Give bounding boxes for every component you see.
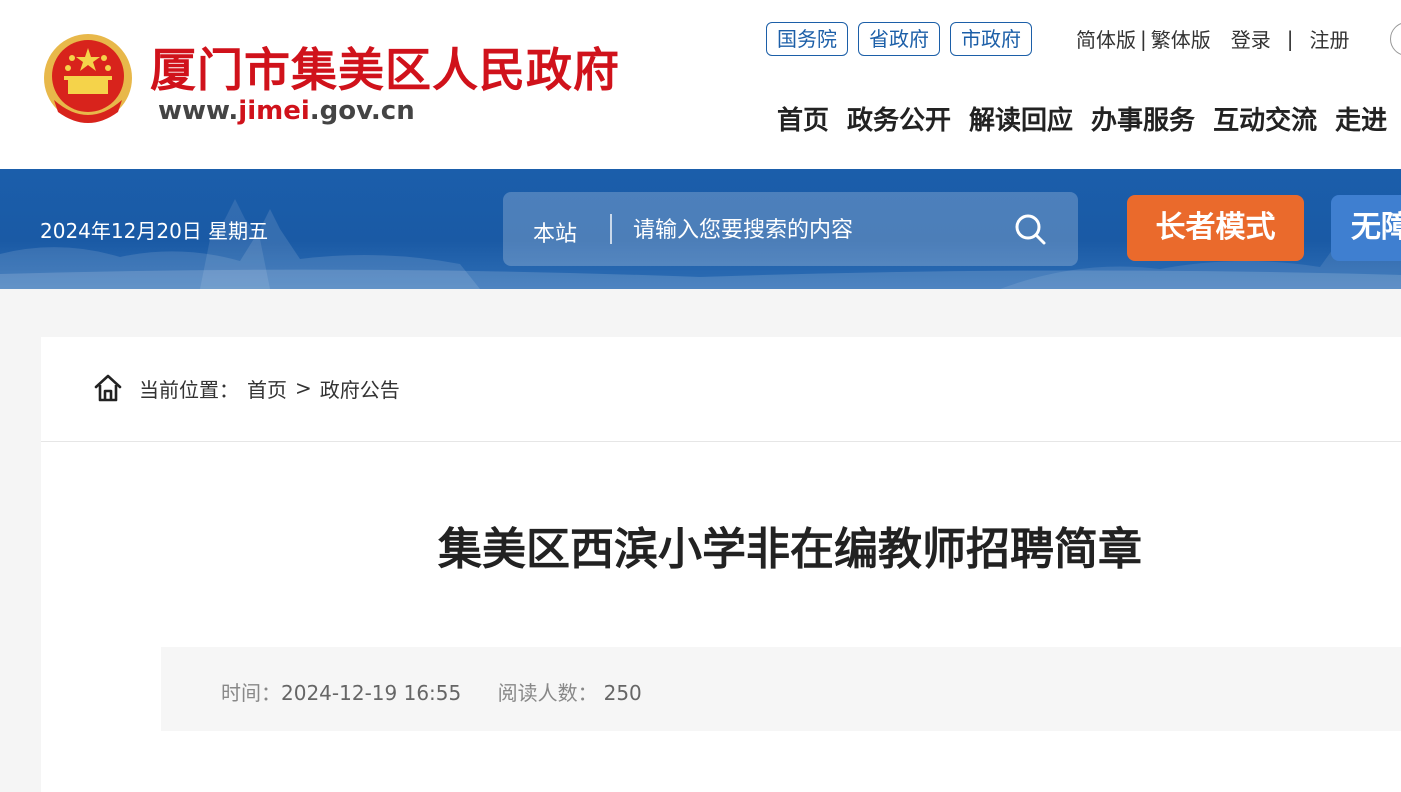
- nav-interpretation[interactable]: 解读回应: [969, 100, 1073, 137]
- search-input[interactable]: [633, 210, 1003, 250]
- login-link[interactable]: 登录: [1231, 24, 1271, 53]
- search-box: 本站: [503, 192, 1078, 266]
- search-divider: [610, 214, 612, 244]
- gov-links: 国务院 省政府 市政府: [766, 22, 1032, 56]
- user-center-button[interactable]: [1390, 22, 1401, 56]
- breadcrumb-home[interactable]: 首页: [247, 374, 287, 403]
- site-url-highlight: jimei: [238, 96, 310, 126]
- nav-interaction[interactable]: 互动交流: [1213, 100, 1317, 137]
- time-label: 时间：: [221, 681, 281, 705]
- site-url-prefix: www.: [158, 96, 239, 126]
- breadcrumb-current[interactable]: 政府公告: [320, 374, 400, 403]
- nav-services[interactable]: 办事服务: [1091, 100, 1195, 137]
- link-province-gov[interactable]: 省政府: [858, 22, 940, 56]
- reads-value: 250: [603, 681, 642, 705]
- article-title: 集美区西滨小学非在编教师招聘简章: [438, 524, 1142, 575]
- account-separator: |: [1286, 26, 1294, 51]
- lang-separator: |: [1140, 26, 1147, 51]
- site-url-suffix: .gov.cn: [309, 96, 415, 126]
- simplified-link[interactable]: 简体版: [1076, 24, 1136, 53]
- search-scope-select[interactable]: 本站: [533, 216, 577, 248]
- breadcrumb-label: 当前位置：: [139, 377, 239, 402]
- nav-home[interactable]: 首页: [777, 100, 829, 137]
- reads-label: 阅读人数：: [497, 681, 598, 705]
- breadcrumb: 当前位置： 首页 > 政府公告: [93, 373, 400, 403]
- traditional-link[interactable]: 繁体版: [1151, 24, 1211, 53]
- home-icon: [94, 374, 122, 402]
- time-value: 2024-12-19 16:55: [281, 681, 462, 705]
- search-icon[interactable]: [1013, 212, 1047, 246]
- article-meta: 时间：2024-12-19 16:55 阅读人数： 250: [161, 647, 1401, 731]
- site-name: 厦门市集美区人民政府: [150, 43, 620, 97]
- site-header: 厦门市集美区人民政府 www.jimei.gov.cn 国务院 省政府 市政府 …: [0, 0, 1401, 169]
- main-nav: 首页 政务公开 解读回应 办事服务 互动交流 走进: [777, 100, 1387, 137]
- current-date: 2024年12月20日 星期五: [40, 219, 269, 243]
- register-link[interactable]: 注册: [1310, 24, 1350, 53]
- article-container: 当前位置： 首页 > 政府公告 集美区西滨小学非在编教师招聘简章 时间：2024…: [41, 337, 1401, 792]
- national-emblem-icon: [44, 34, 132, 123]
- elder-mode-button[interactable]: 长者模式: [1127, 195, 1304, 261]
- link-state-council[interactable]: 国务院: [766, 22, 848, 56]
- article-meta-text: 时间：2024-12-19 16:55 阅读人数： 250: [221, 677, 642, 706]
- site-url: www.jimei.gov.cn: [158, 96, 415, 126]
- link-city-gov[interactable]: 市政府: [950, 22, 1032, 56]
- nav-gov-affairs[interactable]: 政务公开: [847, 100, 951, 137]
- top-banner: 2024年12月20日 星期五 本站 长者模式 无障: [0, 169, 1401, 289]
- top-links: 简体版 | 繁体版 登录 | 注册: [1076, 24, 1350, 53]
- breadcrumb-separator: >: [295, 376, 312, 400]
- accessibility-button[interactable]: 无障: [1331, 195, 1401, 261]
- nav-about[interactable]: 走进: [1335, 100, 1387, 137]
- breadcrumb-divider: [41, 441, 1401, 442]
